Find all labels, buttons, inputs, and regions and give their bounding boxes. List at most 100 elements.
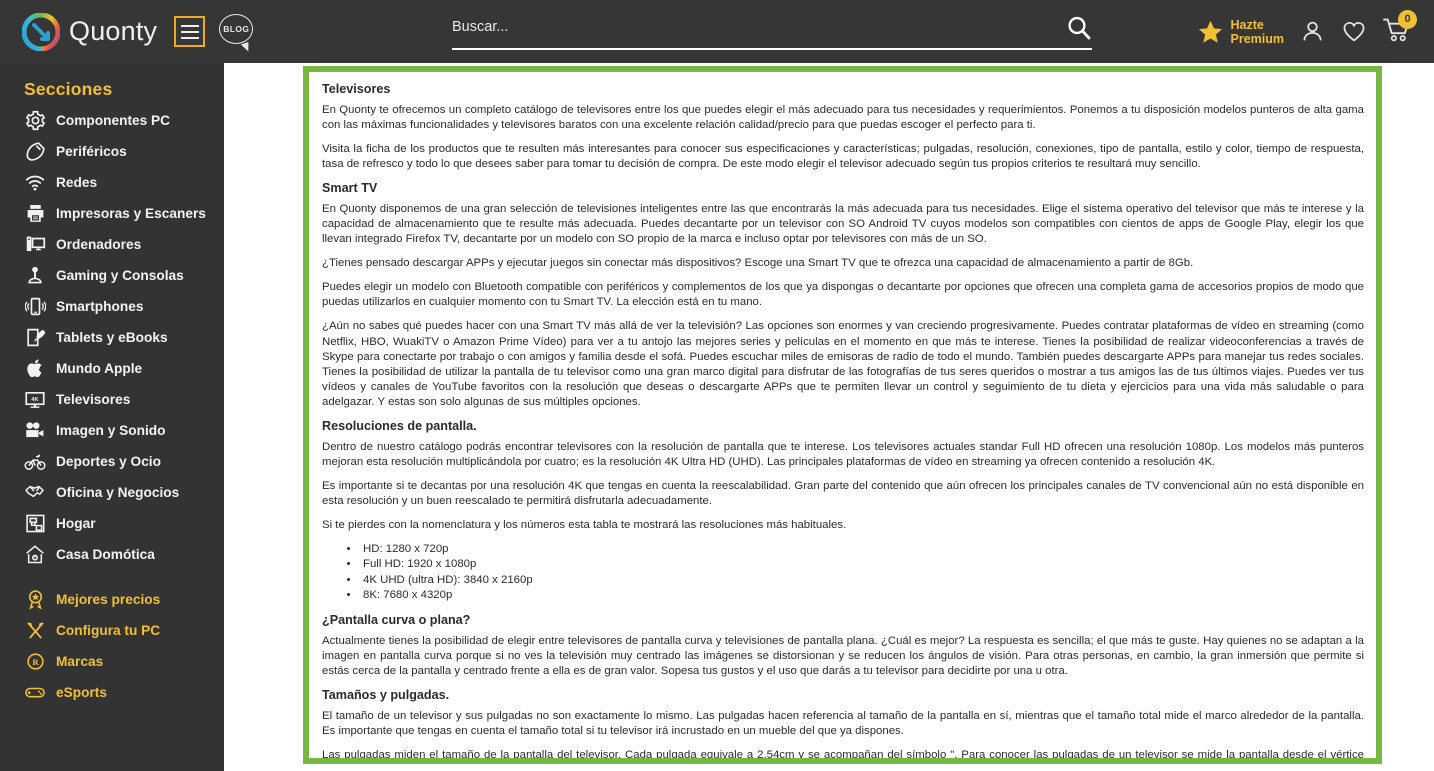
section-paragraph: Puedes elegir un modelo con Bluetooth co… (322, 281, 1364, 309)
sidebar-item-casa-domotica[interactable]: Casa Domótica (0, 539, 224, 570)
section-paragraph: Actualmente tienes la posibilidad de ele… (322, 634, 1364, 678)
search-icon[interactable] (1066, 15, 1092, 41)
registered-trademark-icon: R (24, 651, 46, 673)
joystick-icon (24, 265, 46, 287)
video-camera-icon (24, 420, 46, 442)
sidebar-item-ordenadores[interactable]: Ordenadores (0, 229, 224, 260)
tablet-pen-icon (24, 327, 46, 349)
sidebar-item-label: Mejores precios (56, 592, 161, 607)
star-icon (1198, 20, 1222, 43)
list-item: 4K UHD (ultra HD): 3840 x 2160p (360, 573, 1364, 589)
list-item: HD: 1280 x 720p (360, 542, 1364, 558)
sidebar-item-label: Imagen y Sonido (56, 423, 166, 438)
section-paragraph: Las pulgadas miden el tamaño de la panta… (322, 749, 1364, 762)
kitchen-mixer-icon (24, 513, 46, 535)
premium-button[interactable]: Hazte Premium (1197, 17, 1285, 46)
wishlist-heart-icon[interactable] (1341, 19, 1366, 44)
sidebar-item-redes[interactable]: Redes (0, 167, 224, 198)
sidebar-item-label: Oficina y Negocios (56, 485, 180, 500)
sidebar-item-configura-tu-pc[interactable]: Configura tu PC (0, 615, 224, 646)
wifi-icon (24, 172, 46, 194)
sidebar-item-componentes-pc[interactable]: Componentes PC (0, 105, 224, 136)
sidebar-item-mundo-apple[interactable]: Mundo Apple (0, 353, 224, 384)
brand-name: Quonty (69, 16, 158, 46)
sidebar-item-mejores-precios[interactable]: Mejores precios (0, 584, 224, 615)
section-paragraph: Es importante si te decantas por una res… (322, 479, 1364, 507)
sidebar-item-label: Configura tu PC (56, 623, 161, 638)
search-bar[interactable] (452, 12, 1092, 50)
section-paragraph: En Quonty te ofrecemos un completo catál… (322, 104, 1364, 132)
sidebar-item-tablets-ebooks[interactable]: Tablets y eBooks (0, 322, 224, 353)
sidebar-title: Secciones (24, 79, 113, 99)
sidebar-item-televisores[interactable]: 4K Televisores (0, 384, 224, 415)
apple-icon (24, 358, 46, 380)
desktop-computer-icon (24, 234, 46, 256)
section-paragraph: ¿Aún no sabes qué puedes hacer con una S… (322, 320, 1364, 408)
cart-count-badge: 0 (1398, 9, 1417, 29)
top-header-bar: Quonty BLOG Hazte (0, 0, 1434, 63)
sidebar-item-label: eSports (56, 685, 107, 700)
section-paragraph: Visita la ficha de los productos que te … (322, 143, 1364, 171)
sidebar-item-label: Casa Domótica (56, 547, 155, 562)
smart-home-icon (24, 544, 46, 566)
sidebar-item-oficina-negocios[interactable]: Oficina y Negocios (0, 477, 224, 508)
section-paragraph: Dentro de nuestro catálogo podrás encont… (322, 440, 1364, 468)
televisores-article-panel: Televisores En Quonty te ofrecemos un co… (303, 66, 1382, 764)
section-paragraph: ¿Tienes pensado descargar APPs y ejecuta… (322, 257, 1194, 270)
section-heading: Resoluciones de pantalla. (322, 418, 477, 433)
section-paragraph: Si te pierdes con la nomenclatura y los … (322, 518, 847, 531)
section-heading: ¿Pantalla curva o plana? (322, 612, 471, 627)
sidebar-item-label: Mundo Apple (56, 361, 143, 376)
sidebar-item-smartphones[interactable]: Smartphones (0, 291, 224, 322)
handshake-icon (24, 482, 46, 504)
sidebar-item-label: Smartphones (56, 299, 144, 314)
sidebar-item-label: Marcas (56, 654, 104, 669)
sidebar-item-esports[interactable]: eSports (0, 677, 224, 708)
section-heading: Tamaños y pulgadas. (322, 688, 450, 703)
smartphone-icon (24, 296, 46, 318)
header-actions: Hazte Premium 0 (1197, 0, 1417, 63)
premium-label-line1: Hazte (1230, 17, 1264, 32)
award-badge-icon (24, 589, 46, 611)
blog-icon[interactable]: BLOG (219, 13, 255, 53)
list-item: 8K: 7680 x 4320p (360, 588, 1364, 604)
mouse-icon (24, 141, 46, 163)
svg-text:4K: 4K (31, 397, 38, 403)
section-heading: Smart TV (322, 181, 378, 196)
tools-cross-icon (24, 620, 46, 642)
sidebar-item-gaming-consolas[interactable]: Gaming y Consolas (0, 260, 224, 291)
sidebar-item-marcas[interactable]: R Marcas (0, 646, 224, 677)
shopping-cart-icon[interactable]: 0 (1382, 9, 1417, 47)
tv-4k-icon: 4K (24, 389, 46, 411)
sidebar-item-label: Gaming y Consolas (56, 268, 184, 283)
sidebar-item-label: Deportes y Ocio (56, 454, 161, 469)
sidebar-item-imagen-sonido[interactable]: Imagen y Sonido (0, 415, 224, 446)
sidebar-item-label: Periféricos (56, 144, 127, 159)
sidebar-navigation: Secciones Componentes PC Periféricos Red… (0, 63, 224, 771)
list-item: Full HD: 1920 x 1080p (360, 557, 1364, 573)
section-paragraph: El tamaño de un televisor y sus pulgadas… (322, 710, 1364, 738)
blog-label: BLOG (223, 23, 250, 34)
sidebar-item-label: Impresoras y Escaners (56, 206, 206, 221)
search-input[interactable] (452, 19, 1066, 41)
sidebar-item-hogar[interactable]: Hogar (0, 508, 224, 539)
gear-icon (24, 110, 46, 132)
section-heading: Televisores (322, 82, 391, 96)
sidebar-item-label: Componentes PC (56, 113, 171, 128)
premium-label-line2: Premium (1230, 31, 1285, 46)
sidebar-item-label: Hogar (56, 516, 96, 531)
sidebar-item-label: Redes (56, 175, 98, 190)
sidebar-item-deportes-ocio[interactable]: Deportes y Ocio (0, 446, 224, 477)
hamburger-menu-icon[interactable] (174, 16, 206, 47)
sidebar-item-perifericos[interactable]: Periféricos (0, 136, 224, 167)
resolution-list: HD: 1280 x 720p Full HD: 1920 x 1080p 4K… (360, 542, 1364, 604)
gamepad-icon (24, 682, 46, 704)
user-account-icon[interactable] (1300, 19, 1325, 44)
sidebar-item-label: Ordenadores (56, 237, 142, 252)
page-root: Quonty BLOG Hazte (0, 0, 1434, 771)
section-paragraph: En Quonty disponemos de una gran selecci… (322, 203, 1364, 246)
sidebar-item-label: Televisores (56, 392, 131, 407)
brand-logo[interactable]: Quonty (21, 12, 158, 51)
sidebar-item-impresoras-escaners[interactable]: Impresoras y Escaners (0, 198, 224, 229)
sidebar-item-label: Tablets y eBooks (56, 330, 168, 345)
